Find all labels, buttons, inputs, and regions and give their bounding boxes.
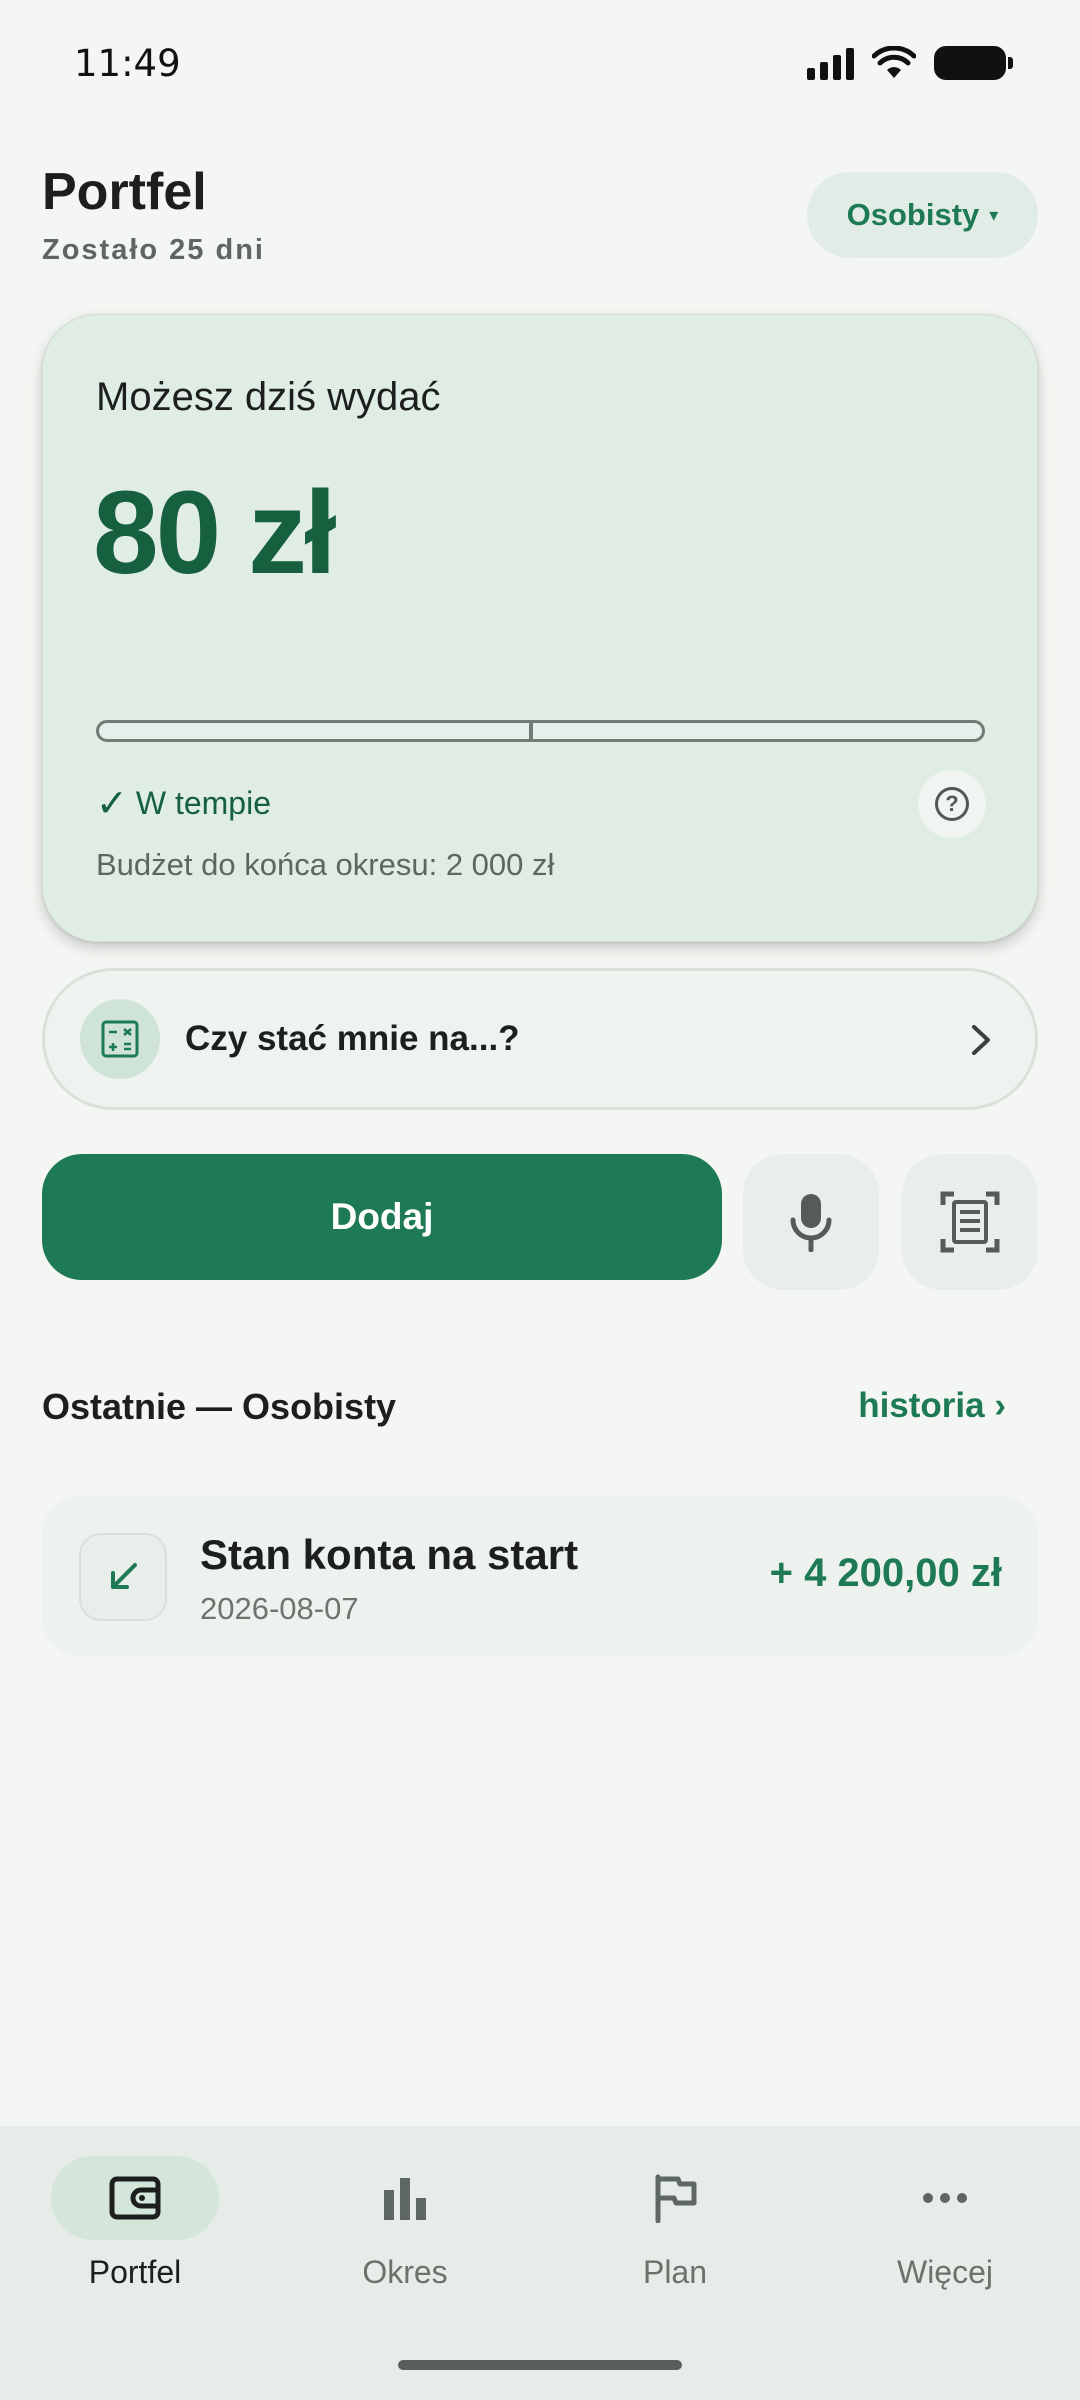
scan-receipt-button[interactable] [902,1154,1038,1290]
flag-icon [591,2156,759,2240]
transaction-title: Stan konta na start [200,1531,579,1578]
income-arrow-icon [79,1533,167,1621]
daily-spend-label: Możesz dziś wydać [96,375,441,419]
page-title: Portfel [42,163,207,221]
transaction-row[interactable]: Stan konta na start 2026-08-07 + 4 200,0… [42,1495,1038,1657]
account-selector[interactable]: Osobisty ▾ [807,172,1038,258]
transaction-date: 2026-08-07 [200,1591,359,1626]
pace-status-label: W tempie [135,785,271,821]
calculator-icon [80,999,160,1079]
spend-progress-bar [96,720,985,742]
history-link[interactable]: historia › [858,1386,1006,1426]
daily-spend-amount: 80 zł [93,467,337,599]
nav-item-portfel[interactable]: Portfel [0,2126,270,2356]
nav-label-plan: Plan [642,2254,708,2290]
more-dots-icon [861,2156,1029,2240]
signal-icon [807,46,854,80]
daily-budget-card: Możesz dziś wydać 80 zł ✓ W tempie ? Bud… [42,314,1038,942]
days-left-label: Zostało 25 dni [42,234,265,266]
nav-label-wiecej: Więcej [896,2254,993,2290]
nav-label-okres: Okres [362,2254,448,2290]
period-budget-label: Budżet do końca okresu: 2 000 zł [96,847,555,882]
status-icons [807,46,1013,80]
voice-input-button[interactable] [743,1154,879,1290]
document-scan-icon [940,1191,1000,1253]
wifi-icon [872,46,916,78]
status-time: 11:49 [74,42,181,85]
status-bar: 11:49 [0,0,1080,130]
pace-status: ✓ W tempie [96,781,271,826]
bar-chart-icon [321,2156,489,2240]
afford-check-button[interactable]: Czy stać mnie na...? [42,968,1038,1110]
transaction-amount: + 4 200,00 zł [769,1551,1002,1595]
add-button[interactable]: Dodaj [42,1154,722,1280]
battery-icon [934,46,1013,80]
check-icon: ✓ [96,783,128,825]
nav-item-okres[interactable]: Okres [270,2126,540,2356]
nav-item-wiecej[interactable]: Więcej [810,2126,1080,2356]
help-button[interactable]: ? [918,770,986,838]
wallet-icon [51,2156,219,2240]
bottom-navigation: Portfel Okres Plan Więcej [0,2126,1080,2400]
home-indicator[interactable] [398,2360,682,2370]
afford-check-label: Czy stać mnie na...? [185,1019,520,1058]
microphone-icon [790,1194,832,1252]
chevron-right-icon [972,1025,990,1055]
caret-down-icon: ▾ [989,204,999,225]
question-icon: ? [935,787,969,821]
account-selector-label: Osobisty [846,197,980,232]
nav-label-portfel: Portfel [88,2254,182,2290]
nav-item-plan[interactable]: Plan [540,2126,810,2356]
recent-section-title: Ostatnie — Osobisty [42,1386,397,1427]
pace-marker [529,720,533,742]
